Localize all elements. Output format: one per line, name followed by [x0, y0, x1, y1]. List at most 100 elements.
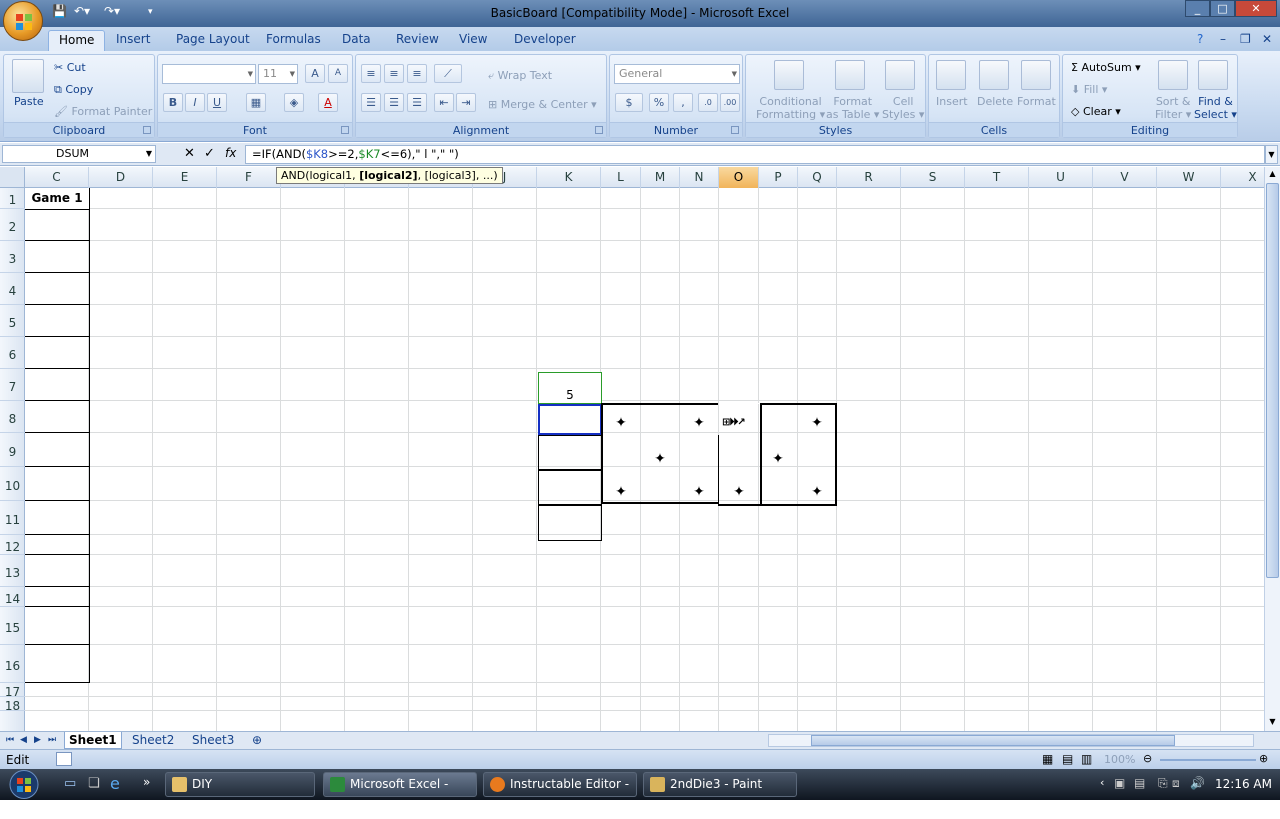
worksheet-grid[interactable]: CDEFGHIJKLMNOPQRSTUVWX 12345678910111213…: [0, 167, 1264, 731]
font-color-icon[interactable]: A: [318, 93, 338, 112]
row-header-14[interactable]: 14: [0, 587, 25, 607]
maximize-button[interactable]: □: [1210, 0, 1235, 17]
column-header-e[interactable]: E: [153, 167, 217, 188]
cell-c-box[interactable]: [25, 369, 90, 401]
tray-network-icon[interactable]: ⧈: [1172, 776, 1180, 791]
tab-view[interactable]: View: [459, 30, 487, 51]
taskbar-item-firefox[interactable]: Instructable Editor - ...: [483, 772, 637, 814]
sheet-tab-3[interactable]: Sheet3: [188, 732, 238, 749]
formula-input[interactable]: =IF(AND($K8>=2,$K7<=6)," l "," "): [245, 145, 1265, 164]
sort-filter-button[interactable]: Sort & Filter ▾: [1155, 95, 1191, 121]
cut-button[interactable]: ✂ Cut: [54, 61, 86, 74]
binoculars-icon[interactable]: [1198, 60, 1228, 90]
row-header-7[interactable]: 7: [0, 369, 25, 401]
column-header-u[interactable]: U: [1029, 167, 1093, 188]
column-header-c[interactable]: C: [25, 167, 89, 188]
tab-home[interactable]: Home: [48, 30, 106, 51]
cell-k7[interactable]: 5: [538, 372, 602, 404]
align-middle-icon[interactable]: ≡: [384, 64, 404, 83]
font-launcher-icon[interactable]: [341, 126, 349, 134]
row-header-13[interactable]: 13: [0, 555, 25, 587]
column-header-n[interactable]: N: [680, 167, 719, 188]
autosum-button[interactable]: Σ AutoSum ▾: [1071, 61, 1141, 74]
prev-sheet-icon[interactable]: ◀: [16, 732, 31, 749]
column-header-m[interactable]: M: [641, 167, 680, 188]
fill-color-icon[interactable]: ◈: [284, 93, 304, 112]
sort-filter-icon[interactable]: [1158, 60, 1188, 90]
align-bottom-icon[interactable]: ≡: [407, 64, 427, 83]
row-header-2[interactable]: 2: [0, 209, 25, 241]
tray-volume-icon[interactable]: 🔊: [1190, 776, 1205, 790]
column-header-q[interactable]: Q: [798, 167, 837, 188]
cell-c-box[interactable]: [25, 501, 90, 535]
enter-icon[interactable]: ✓: [204, 146, 215, 161]
row-header-12[interactable]: 12: [0, 535, 25, 555]
paste-button[interactable]: Paste: [14, 95, 44, 108]
zoom-slider[interactable]: [1160, 759, 1256, 761]
currency-button[interactable]: $: [615, 93, 643, 112]
page-break-view-icon[interactable]: ▥: [1081, 752, 1092, 766]
name-box[interactable]: DSUM ▼: [2, 145, 156, 163]
alignment-launcher-icon[interactable]: [595, 126, 603, 134]
expand-formula-bar-icon[interactable]: ▼: [1265, 145, 1278, 164]
tab-data[interactable]: Data: [342, 30, 371, 51]
cell-c-box[interactable]: [25, 337, 90, 369]
scroll-down-icon[interactable]: ▼: [1266, 717, 1279, 729]
find-select-button[interactable]: Find & Select ▾: [1194, 95, 1237, 121]
insert-function-icon[interactable]: fx: [225, 146, 236, 160]
internet-explorer-icon[interactable]: e: [110, 774, 120, 793]
taskbar-item-diy[interactable]: DIY: [165, 772, 315, 797]
column-header-o[interactable]: O: [719, 167, 759, 188]
delete-cells-button[interactable]: Delete: [977, 95, 1013, 108]
column-header-l[interactable]: L: [601, 167, 641, 188]
column-header-f[interactable]: F: [217, 167, 281, 188]
tab-insert[interactable]: Insert: [116, 30, 150, 51]
percent-button[interactable]: %: [649, 93, 669, 112]
office-button[interactable]: [3, 1, 43, 41]
column-header-w[interactable]: W: [1157, 167, 1221, 188]
page-layout-view-icon[interactable]: ▤: [1062, 752, 1073, 766]
cell-c-box[interactable]: [25, 401, 90, 433]
cell-c-box[interactable]: [25, 209, 90, 241]
ribbon-minimize-icon[interactable]: –: [1220, 30, 1226, 51]
zoom-out-icon[interactable]: ⊖: [1143, 752, 1152, 765]
cancel-icon[interactable]: ✕: [184, 146, 195, 161]
row-header-10[interactable]: 10: [0, 467, 25, 501]
borders-icon[interactable]: ▦: [246, 93, 266, 112]
comma-button[interactable]: ,: [673, 93, 693, 112]
format-painter-button[interactable]: 🖌 Format Painter: [54, 105, 152, 118]
tray-expand-icon[interactable]: ‹: [1100, 776, 1104, 789]
clipboard-launcher-icon[interactable]: [143, 126, 151, 134]
switch-windows-icon[interactable]: ❏: [88, 776, 100, 791]
tab-formulas[interactable]: Formulas: [266, 30, 321, 51]
row-header-15[interactable]: 15: [0, 607, 25, 645]
row-header-4[interactable]: 4: [0, 273, 25, 305]
cell-c-box[interactable]: [25, 535, 90, 555]
column-header-k[interactable]: K: [537, 167, 601, 188]
cell-c-box[interactable]: [25, 273, 90, 305]
row-header-17[interactable]: 17: [0, 683, 25, 699]
wrap-text-button[interactable]: ⤶ Wrap Text: [488, 69, 552, 83]
minimize-button[interactable]: _: [1185, 0, 1210, 17]
cell-c-box[interactable]: [25, 555, 90, 587]
vertical-scroll-thumb[interactable]: [1266, 183, 1279, 578]
macro-record-icon[interactable]: [56, 752, 72, 766]
quicklaunch-more-icon[interactable]: »: [143, 775, 150, 789]
conditional-formatting-icon[interactable]: [774, 60, 804, 90]
clear-button[interactable]: ◇ Clear ▾: [1071, 105, 1121, 118]
help-icon[interactable]: ?: [1197, 30, 1203, 51]
row-header-8[interactable]: 8: [0, 401, 25, 433]
column-header-t[interactable]: T: [965, 167, 1029, 188]
row-header-18[interactable]: 18: [0, 697, 25, 713]
select-all-corner[interactable]: [0, 167, 25, 188]
vertical-scrollbar[interactable]: ▲ ▼: [1264, 167, 1280, 731]
column-header-s[interactable]: S: [901, 167, 965, 188]
column-header-v[interactable]: V: [1093, 167, 1157, 188]
tray-device-icon[interactable]: ▣: [1114, 776, 1125, 790]
copy-button[interactable]: ⧉ Copy: [54, 83, 93, 97]
row-header-5[interactable]: 5: [0, 305, 25, 337]
scroll-up-icon[interactable]: ▲: [1266, 169, 1279, 181]
format-as-table-button[interactable]: Format as Table ▾: [826, 95, 879, 121]
horizontal-scroll-thumb[interactable]: [811, 735, 1175, 746]
cell-c-box[interactable]: [25, 645, 90, 683]
